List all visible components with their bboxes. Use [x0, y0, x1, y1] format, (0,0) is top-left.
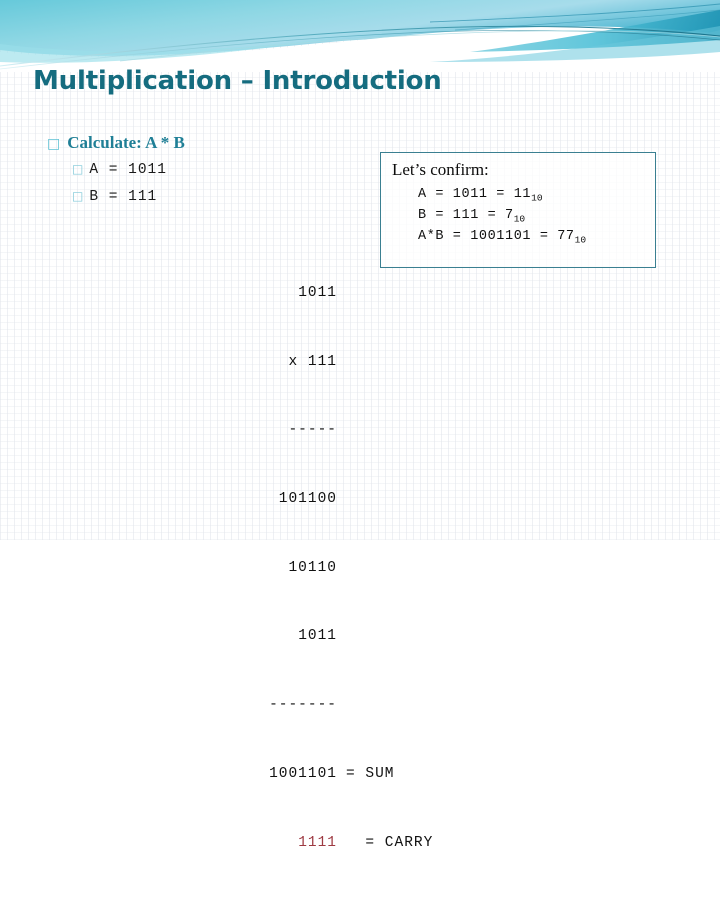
worksheet-row: 1011: [241, 625, 433, 648]
worksheet-sum-label: = SUM: [346, 765, 395, 782]
worksheet-partial-product: 1011: [298, 628, 337, 645]
worksheet-rule: -----: [241, 419, 433, 442]
worksheet-sum-value: 1001101: [269, 765, 337, 782]
worksheet-separator: -----: [288, 422, 337, 439]
multiplication-worksheet: 1011 x 111 ----- 101100 10110 1011 -----…: [241, 236, 433, 900]
square-bullet-icon: □: [47, 136, 61, 152]
worksheet-partial-product: 10110: [288, 559, 337, 576]
worksheet-row: x 111: [241, 351, 433, 374]
square-bullet-icon: □: [72, 162, 84, 177]
bullet-level2-label: A = 1011: [89, 162, 167, 179]
decorative-wave-banner: [0, 0, 720, 72]
worksheet-partial-product: 101100: [278, 490, 337, 507]
bullet-level1-calculate: □ Calculate: A * B: [47, 133, 185, 153]
worksheet-row: 101100: [241, 488, 433, 511]
confirm-line-b: B = 111 = 710: [418, 207, 526, 225]
bullet-level2-b: □ B = 111: [72, 189, 185, 206]
worksheet-row: 10110: [241, 557, 433, 580]
worksheet-separator: -------: [269, 697, 337, 714]
slide-canvas: Multiplication – Introduction □ Calculat…: [0, 0, 720, 851]
bullet-level2-label: B = 111: [89, 188, 158, 205]
worksheet-carry-row: 1111 = CARRY: [241, 832, 433, 855]
subscript-base: 10: [574, 234, 587, 246]
worksheet-sum-row: 1001101 = SUM: [241, 763, 433, 786]
worksheet-carry-label: = CARRY: [346, 834, 434, 851]
page-title: Multiplication – Introduction: [33, 66, 442, 96]
square-bullet-icon: □: [72, 188, 84, 203]
bullet-level2-a: □ A = 1011: [72, 162, 185, 179]
confirm-line-product: A*B = 1001101 = 7710: [418, 228, 587, 246]
bullet-level1-label: Calculate: A * B: [67, 133, 185, 152]
subscript-base: 10: [531, 192, 543, 204]
worksheet-operand: 1011: [298, 284, 337, 301]
worksheet-operand: x 111: [288, 353, 337, 370]
worksheet-row: 1011: [241, 282, 433, 305]
worksheet-carry-value: 1111: [298, 834, 337, 851]
subscript-base: 10: [513, 213, 526, 225]
worksheet-rule: -------: [241, 694, 433, 717]
bullet-list: □ Calculate: A * B □ A = 1011 □ B = 111: [47, 133, 185, 206]
banner-wave-graphic: [0, 0, 720, 72]
confirm-line-a: A = 1011 = 1110: [418, 186, 543, 204]
confirm-box-lines: A = 1011 = 1110 B = 111 = 710 A*B = 1001…: [418, 185, 655, 248]
confirm-box-title: Let’s confirm:: [392, 160, 489, 179]
